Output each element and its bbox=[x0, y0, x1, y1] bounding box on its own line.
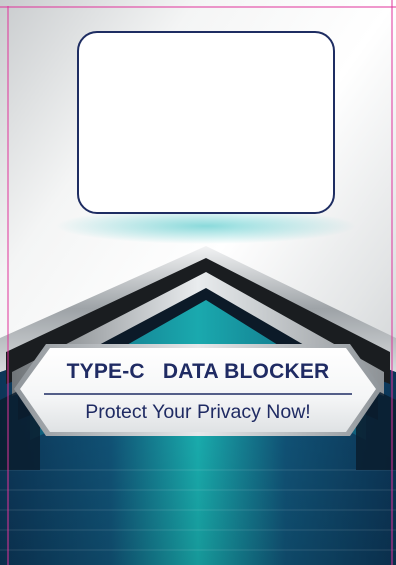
product-title: TYPE-C DATA BLOCKER bbox=[66, 360, 330, 383]
product-tagline: Protect Your Privacy Now! bbox=[85, 401, 311, 423]
blank-display-window bbox=[77, 31, 335, 214]
data-blocker-card: TYPE-C DATA BLOCKER Protect Your Privacy… bbox=[0, 0, 396, 565]
